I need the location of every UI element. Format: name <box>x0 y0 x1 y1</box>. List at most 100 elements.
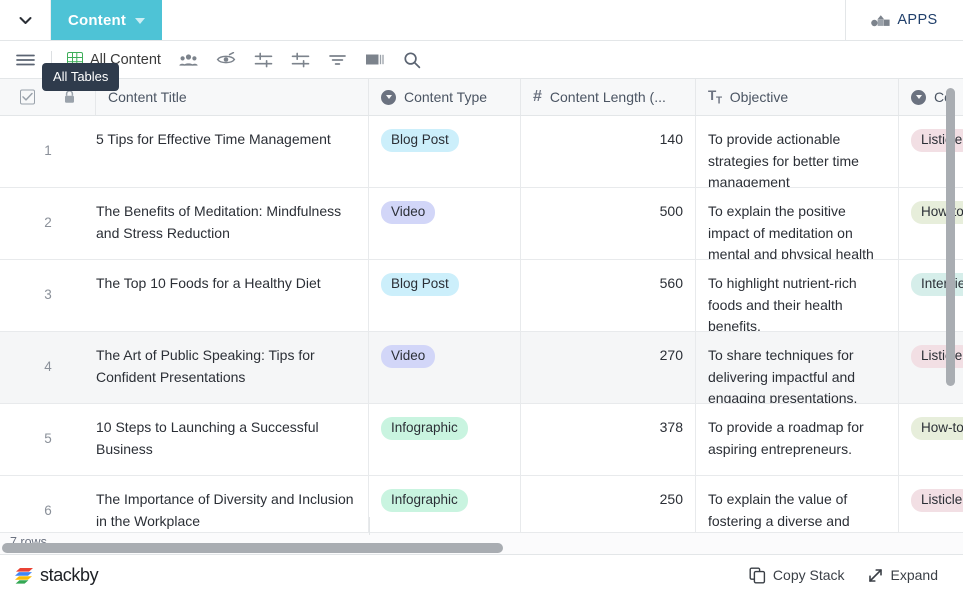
cell-content-title[interactable]: The Importance of Diversity and Inclusio… <box>96 476 369 532</box>
single-select-icon <box>911 89 926 105</box>
column-header-content-title[interactable]: Content Title <box>96 79 369 115</box>
cell-content-length[interactable]: 270 <box>521 332 696 403</box>
column-header-label: Content Length (... <box>549 89 666 105</box>
cell-content-title[interactable]: 5 Tips for Effective Time Management <box>96 116 369 187</box>
table-row[interactable]: 6 The Importance of Diversity and Inclusi… <box>0 476 963 532</box>
row-height-button[interactable] <box>356 41 394 79</box>
column-header-content-length[interactable]: # Content Length (... <box>521 79 696 115</box>
table-row[interactable]: 4 The Art of Public Speaking: Tips for Co… <box>0 332 963 404</box>
content-type-badge: Blog Post <box>381 273 459 296</box>
all-tables-tooltip: All Tables <box>42 63 120 91</box>
cell-content-type[interactable]: Blog Post <box>369 116 521 187</box>
collaborators-icon <box>179 53 198 67</box>
footer-bar: stackby Copy Stack Expand <box>0 554 963 595</box>
content-type-badge: Video <box>381 345 436 368</box>
column-header-label: Content Title <box>108 89 187 105</box>
group-button[interactable] <box>245 41 282 79</box>
cell-content-type[interactable]: Infographic <box>369 476 521 532</box>
long-text-field-icon: TT <box>708 87 722 107</box>
table-row[interactable]: 1 5 Tips for Effective Time Management Blo… <box>0 116 963 188</box>
expand-arrows-icon <box>867 567 884 584</box>
cell-objective[interactable]: To explain the positive impact of medita… <box>696 188 899 259</box>
cell-content-length[interactable]: 500 <box>521 188 696 259</box>
cell-content-type[interactable]: Blog Post <box>369 260 521 331</box>
copy-stack-button[interactable]: Copy Stack <box>738 567 856 584</box>
content-type-badge: Infographic <box>381 489 468 512</box>
sort-sliders-icon <box>291 52 310 68</box>
horizontal-scrollbar-track[interactable] <box>0 543 963 554</box>
vertical-scrollbar[interactable] <box>946 88 955 386</box>
category-badge: Listicle <box>911 489 963 512</box>
text-field-icon: T <box>95 89 96 106</box>
table-row[interactable]: 3 The Top 10 Foods for a Healthy Diet Blog… <box>0 260 963 332</box>
stackby-logo-icon <box>14 565 35 585</box>
expand-button[interactable]: Expand <box>856 567 949 584</box>
lock-icon <box>63 90 76 105</box>
column-header-label: Content Type <box>404 89 488 105</box>
cell-objective[interactable]: To share techniques for delivering impac… <box>696 332 899 403</box>
table-row[interactable]: 5 10 Steps to Launching a Successful Busi… <box>0 404 963 476</box>
search-icon <box>403 51 421 69</box>
cell-category[interactable]: How-to <box>899 404 963 475</box>
single-select-icon <box>381 89 396 105</box>
cell-content-title[interactable]: The Top 10 Foods for a Healthy Diet <box>96 260 369 331</box>
grid-body: 1 5 Tips for Effective Time Management Blo… <box>0 116 963 532</box>
cell-content-length[interactable]: 140 <box>521 116 696 187</box>
search-button[interactable] <box>394 41 430 79</box>
grid-container: T Content Title Content Type # Content L… <box>0 79 963 532</box>
cell-objective[interactable]: To highlight nutrient-rich foods and the… <box>696 260 899 331</box>
select-all-checkbox[interactable] <box>20 89 35 105</box>
row-number: 2 <box>44 215 52 231</box>
row-number: 3 <box>44 287 52 303</box>
chevron-down-icon <box>17 12 34 29</box>
sort-button[interactable] <box>282 41 319 79</box>
column-header-content-type[interactable]: Content Type <box>369 79 521 115</box>
category-badge: Interview <box>911 273 963 296</box>
eye-slash-icon <box>216 52 236 67</box>
top-bar: Content APPS <box>0 0 963 41</box>
all-tables-button[interactable] <box>16 41 45 79</box>
tab-content-label: Content <box>68 11 127 29</box>
column-divider <box>369 517 370 535</box>
row-number: 6 <box>44 503 52 519</box>
hide-fields-button[interactable] <box>207 41 245 79</box>
apps-shapes-icon <box>871 13 890 27</box>
cell-objective[interactable]: To provide a roadmap for aspiring entrep… <box>696 404 899 475</box>
chevron-down-icon <box>135 18 146 24</box>
cell-content-type[interactable]: Infographic <box>369 404 521 475</box>
row-count-bar: 7 rows <box>0 517 963 554</box>
row-height-icon <box>365 52 385 67</box>
content-type-badge: Blog Post <box>381 129 459 152</box>
copy-icon <box>749 567 766 584</box>
cell-objective[interactable]: To explain the value of fostering a dive… <box>696 476 899 532</box>
content-type-badge: Infographic <box>381 417 468 440</box>
cell-content-length[interactable]: 378 <box>521 404 696 475</box>
cell-content-title[interactable]: 10 Steps to Launching a Successful Busin… <box>96 404 369 475</box>
filter-button[interactable] <box>319 41 356 79</box>
cell-objective[interactable]: To provide actionable strategies for bet… <box>696 116 899 187</box>
collapse-panel-button[interactable] <box>0 0 51 40</box>
hamburger-menu-icon <box>16 53 35 67</box>
expand-label: Expand <box>890 567 938 583</box>
brand: stackby <box>14 564 99 586</box>
number-field-icon: # <box>533 88 542 105</box>
cell-content-title[interactable]: The Art of Public Speaking: Tips for Con… <box>96 332 369 403</box>
category-badge: Listicle <box>911 129 963 152</box>
row-number: 1 <box>44 143 52 159</box>
collaborators-button[interactable] <box>170 41 207 79</box>
horizontal-scrollbar-thumb[interactable] <box>2 543 503 553</box>
content-type-badge: Video <box>381 201 436 224</box>
tab-content[interactable]: Content <box>51 0 163 40</box>
cell-category[interactable]: Listicle <box>899 476 963 532</box>
cell-content-length[interactable]: 560 <box>521 260 696 331</box>
cell-content-type[interactable]: Video <box>369 332 521 403</box>
cell-content-length[interactable]: 250 <box>521 476 696 532</box>
table-row[interactable]: 2 The Benefits of Meditation: Mindfulness… <box>0 188 963 260</box>
cell-content-type[interactable]: Video <box>369 188 521 259</box>
column-header-objective[interactable]: TT Objective <box>696 79 899 115</box>
category-badge: How-to <box>911 201 963 224</box>
apps-button[interactable]: APPS <box>845 0 963 40</box>
brand-name: stackby <box>40 564 99 585</box>
cell-content-title[interactable]: The Benefits of Meditation: Mindfulness … <box>96 188 369 259</box>
